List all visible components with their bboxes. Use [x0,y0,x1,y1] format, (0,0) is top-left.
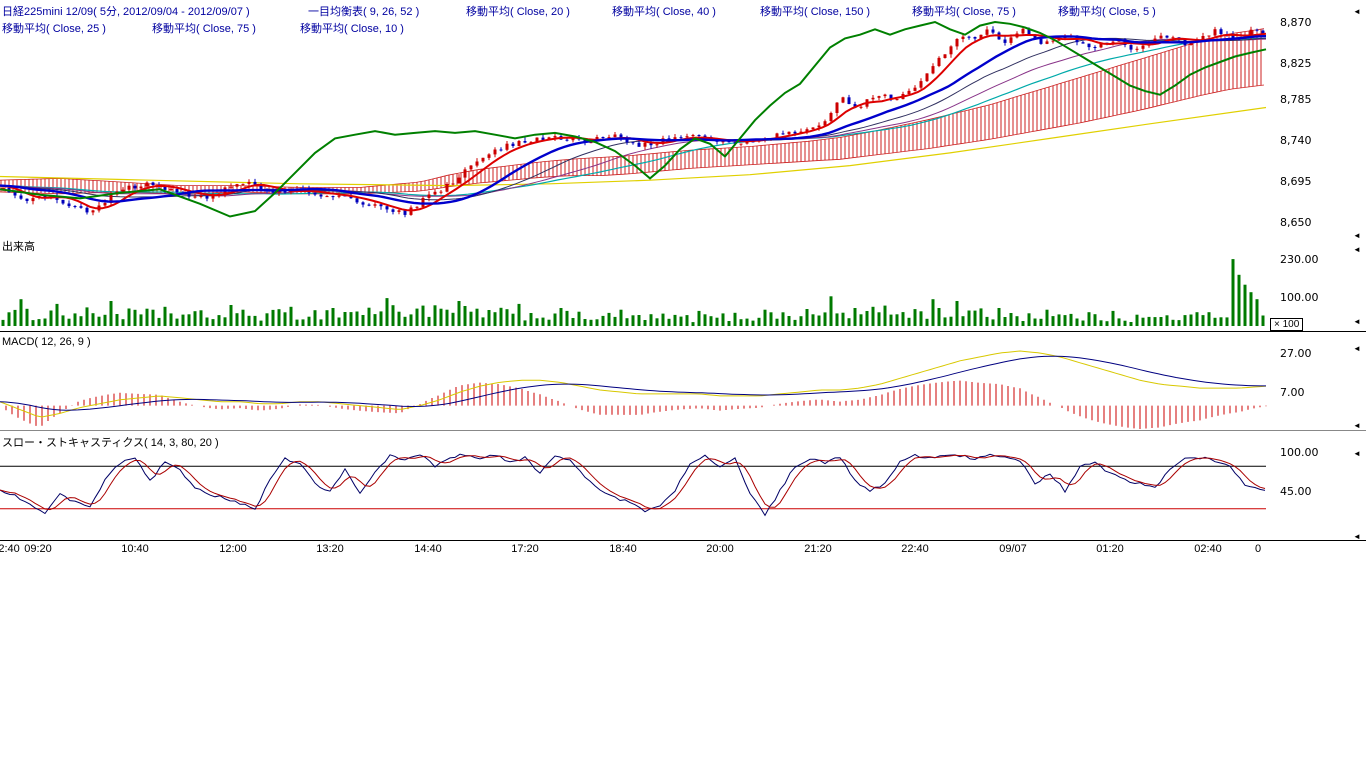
time-axis-label: 02:40 [1194,543,1222,555]
time-axis-label: 01:20 [1096,543,1124,555]
volume-axis-label: 230.00 [1280,253,1319,266]
pane-scroll-arrow-icon[interactable]: ◄ [1353,232,1361,240]
pane-scroll-arrow-icon[interactable]: ◄ [1353,533,1361,541]
time-axis-label: 20:00 [706,543,734,555]
stoch-axis-label: 100.00 [1280,446,1319,459]
pane-scroll-arrow-icon[interactable]: ◄ [1353,318,1361,326]
time-axis-label: 18:40 [609,543,637,555]
macd-axis-label: 27.00 [1280,347,1312,360]
pane-scroll-arrow-icon[interactable]: ◄ [1353,246,1361,254]
time-axis-label: 09:20 [24,543,52,555]
pane-scroll-arrow-icon[interactable]: ◄ [1353,8,1361,16]
macd-axis-label: 7.00 [1280,386,1305,399]
price-axis-label: 8,740 [1280,134,1312,147]
chart-canvas[interactable] [0,0,1366,560]
volume-multiplier-badge: × 100 [1270,318,1303,331]
pane-scroll-arrow-icon[interactable]: ◄ [1353,450,1361,458]
legend-item: 移動平均( Close, 20 ) [466,3,570,19]
pane-scroll-arrow-icon[interactable]: ◄ [1353,422,1361,430]
time-axis-label: 14:40 [414,543,442,555]
macd-panel-label: MACD( 12, 26, 9 ) [2,336,91,348]
time-axis-label: 10:40 [121,543,149,555]
price-axis-label: 8,785 [1280,93,1312,106]
pane-scroll-arrow-icon[interactable]: ◄ [1353,345,1361,353]
volume-panel-label: 出来高 [2,238,35,254]
price-axis-label: 8,695 [1280,175,1312,188]
legend-item: 一目均衡表( 9, 26, 52 ) [308,3,419,19]
price-axis-label: 8,825 [1280,57,1312,70]
stochastics-panel-label: スロー・ストキャスティクス( 14, 3, 80, 20 ) [2,434,219,450]
time-axis-label: 22:40 [901,543,929,555]
legend-item: 移動平均( Close, 5 ) [1058,3,1156,19]
legend-item: 移動平均( Close, 150 ) [760,3,870,19]
legend-item: 移動平均( Close, 75 ) [152,20,256,36]
time-axis-label: 02:40 [0,543,20,555]
stoch-axis-label: 45.00 [1280,485,1312,498]
time-axis-label: 12:00 [219,543,247,555]
price-axis-label: 8,870 [1280,16,1312,29]
volume-axis-label: 100.00 [1280,291,1319,304]
time-axis-label: 0 [1255,543,1261,555]
legend-item: 移動平均( Close, 75 ) [912,3,1016,19]
time-axis-label: 09/07 [999,543,1027,555]
legend-item: 日経225mini 12/09( 5分, 2012/09/04 - 2012/0… [2,3,250,19]
legend-item: 移動平均( Close, 40 ) [612,3,716,19]
chart-application-window: 日経225mini 12/09( 5分, 2012/09/04 - 2012/0… [0,0,1366,768]
legend-item: 移動平均( Close, 10 ) [300,20,404,36]
time-axis-label: 13:20 [316,543,344,555]
time-axis-label: 21:20 [804,543,832,555]
legend-item: 移動平均( Close, 25 ) [2,20,106,36]
price-axis-label: 8,650 [1280,216,1312,229]
time-axis-label: 17:20 [511,543,539,555]
